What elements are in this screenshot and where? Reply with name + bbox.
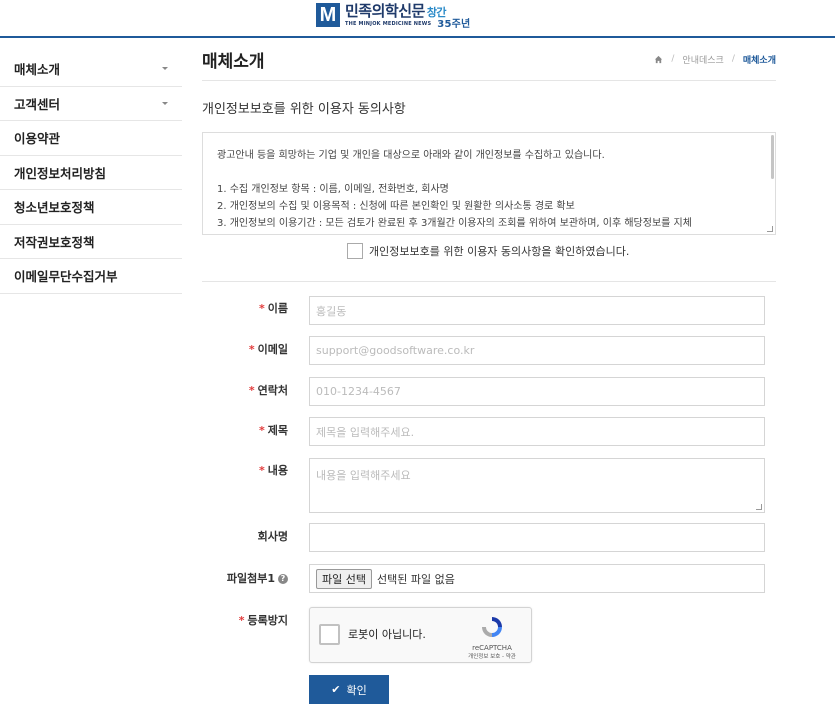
- logo-subtitle-text: THE MINJOK MEDICINE NEWS: [345, 20, 432, 27]
- sidebar-item-customer-center[interactable]: 고객센터: [0, 87, 182, 121]
- agreement-textarea[interactable]: 광고안내 등을 희망하는 기업 및 개인을 대상으로 아래와 같이 개인정보를 …: [202, 132, 776, 235]
- logo-title: 민족의학신문 창간: [345, 3, 470, 21]
- recaptcha-icon: [482, 617, 502, 637]
- phone-placeholder: 010-1234-4567: [316, 385, 401, 398]
- agreement-line: 3. 개인정보의 이용기간 : 모든 검토가 완료된 후 3개월간 이용자의 조…: [217, 218, 692, 229]
- file-select-button[interactable]: 파일 선택: [316, 568, 372, 589]
- email-label: * 이메일: [202, 342, 288, 358]
- subject-label-text: 제목: [267, 424, 288, 437]
- email-label-text: 이메일: [257, 343, 288, 356]
- breadcrumb-current: 매체소개: [742, 55, 776, 66]
- check-icon: ✔: [331, 683, 341, 696]
- file-picker: 파일 선택 선택된 파일 없음: [316, 568, 455, 589]
- scrollbar-thumb[interactable]: [771, 135, 774, 179]
- required-mark: *: [258, 464, 265, 477]
- page-title: 매체소개: [202, 51, 265, 72]
- sidebar-item-label: 이용약관: [14, 131, 61, 147]
- logo-text: 민족의학신문 창간 THE MINJOK MEDICINE NEWS 35주년: [345, 3, 471, 30]
- content-textarea[interactable]: 내용을 입력해주세요: [309, 458, 765, 513]
- caret-down-icon: [162, 101, 168, 105]
- email-placeholder: support@goodsoftware.co.kr: [316, 344, 475, 357]
- spam-label-text: 등록방지: [247, 614, 288, 627]
- breadcrumb: / 안내데스크 / 매체소개: [654, 53, 776, 66]
- name-input[interactable]: 홍길동: [309, 296, 765, 325]
- home-icon[interactable]: [654, 55, 663, 64]
- subject-input[interactable]: 제목을 입력해주세요.: [309, 417, 765, 446]
- sidebar-item-youth[interactable]: 청소년보호정책: [0, 190, 182, 225]
- sidebar-item-privacy[interactable]: 개인정보처리방침: [0, 156, 182, 190]
- sidebar: 매체소개 고객센터 이용약관 개인정보처리방침 청소년보호정책 저작권보호정책 …: [0, 52, 182, 294]
- phone-label-text: 연락처: [257, 384, 288, 397]
- sidebar-item-media[interactable]: 매체소개: [0, 52, 182, 87]
- agreement-line: 2. 개인정보의 수집 및 이용목적 : 신청에 따른 본인확인 및 원활한 의…: [217, 201, 575, 212]
- company-label: 회사명: [257, 530, 288, 543]
- sidebar-item-label: 매체소개: [14, 62, 61, 78]
- recaptcha-logo: reCAPTCHA 개인정보 보호 - 약관: [462, 615, 522, 660]
- phone-input[interactable]: 010-1234-4567: [309, 377, 765, 406]
- subject-placeholder: 제목을 입력해주세요.: [316, 425, 415, 439]
- required-mark: *: [258, 424, 265, 437]
- content-placeholder: 내용을 입력해주세요: [316, 469, 411, 482]
- sidebar-item-copyright[interactable]: 저작권보호정책: [0, 225, 182, 259]
- logo-anniversary: 35주년: [437, 18, 471, 30]
- caret-down-icon: [162, 67, 168, 71]
- agreement-checkbox[interactable]: [347, 243, 363, 259]
- content-label: * 내용: [202, 463, 288, 479]
- sidebar-item-label: 고객센터: [14, 96, 61, 112]
- sidebar-item-label: 청소년보호정책: [14, 200, 95, 216]
- file-input: 파일 선택 선택된 파일 없음: [309, 564, 765, 593]
- email-input[interactable]: support@goodsoftware.co.kr: [309, 336, 765, 365]
- agreement-checkbox-row[interactable]: 개인정보보호를 위한 이용자 동의사항을 확인하였습니다.: [347, 243, 629, 259]
- site-logo[interactable]: M 민족의학신문 창간 THE MINJOK MEDICINE NEWS 35주년: [316, 2, 471, 30]
- recaptcha-checkbox[interactable]: [319, 624, 340, 645]
- logo-mark: M: [316, 3, 340, 27]
- page-header: 매체소개 / 안내데스크 / 매체소개: [202, 38, 776, 81]
- main-content: 매체소개 / 안내데스크 / 매체소개 개인정보보호를 위한 이용자 동의사항 …: [202, 38, 776, 704]
- agreement-line: 1. 수집 개인정보 항목 : 이름, 이메일, 전화번호, 회사명: [217, 184, 449, 195]
- submit-button[interactable]: ✔ 확인: [309, 675, 389, 704]
- breadcrumb-separator: /: [671, 54, 675, 64]
- sidebar-item-label: 저작권보호정책: [14, 234, 95, 250]
- sidebar-item-email-refusal[interactable]: 이메일무단수집거부: [0, 259, 182, 294]
- breadcrumb-item[interactable]: 안내데스크: [682, 53, 723, 66]
- required-mark: *: [258, 302, 265, 315]
- resize-handle-icon[interactable]: [767, 226, 773, 232]
- logo-subtitle: THE MINJOK MEDICINE NEWS 35주년: [345, 18, 471, 30]
- agreement-title: 개인정보보호를 위한 이용자 동의사항: [202, 102, 406, 117]
- required-mark: *: [248, 384, 255, 397]
- logo-title-accent: 창간: [426, 5, 447, 19]
- required-mark: *: [248, 343, 255, 356]
- file-status: 선택된 파일 없음: [376, 572, 455, 586]
- recaptcha-text: 로봇이 아닙니다.: [348, 628, 426, 641]
- site-header: M 민족의학신문 창간 THE MINJOK MEDICINE NEWS 35주년: [0, 0, 835, 38]
- resize-handle-icon[interactable]: [756, 504, 762, 510]
- spam-label: * 등록방지: [202, 613, 288, 629]
- name-label-text: 이름: [267, 302, 288, 315]
- file-label-text: 파일첨부1: [226, 572, 275, 585]
- phone-label: * 연락처: [202, 383, 288, 399]
- recaptcha-brand: reCAPTCHA: [472, 644, 512, 652]
- section-divider: [202, 281, 776, 282]
- subject-label: * 제목: [202, 423, 288, 439]
- submit-label: 확인: [346, 683, 367, 697]
- content-label-text: 내용: [267, 464, 288, 477]
- file-label: 파일첨부1?: [202, 571, 288, 587]
- company-input[interactable]: [309, 523, 765, 552]
- recaptcha-widget: 로봇이 아닙니다. reCAPTCHA 개인정보 보호 - 약관: [309, 607, 532, 663]
- recaptcha-links[interactable]: 개인정보 보호 - 약관: [462, 652, 522, 660]
- name-label: * 이름: [202, 301, 288, 317]
- logo-title-main: 민족의학신문: [345, 1, 425, 20]
- name-placeholder: 홍길동: [316, 304, 347, 318]
- sidebar-item-label: 이메일무단수집거부: [14, 269, 118, 285]
- sidebar-item-terms[interactable]: 이용약관: [0, 121, 182, 156]
- required-mark: *: [238, 614, 245, 627]
- question-circle-icon[interactable]: ?: [278, 574, 288, 584]
- agreement-checkbox-label: 개인정보보호를 위한 이용자 동의사항을 확인하였습니다.: [369, 245, 630, 258]
- breadcrumb-separator: /: [731, 54, 735, 64]
- agreement-line: 광고안내 등을 희망하는 기업 및 개인을 대상으로 아래와 같이 개인정보를 …: [217, 150, 605, 161]
- sidebar-item-label: 개인정보처리방침: [14, 165, 107, 181]
